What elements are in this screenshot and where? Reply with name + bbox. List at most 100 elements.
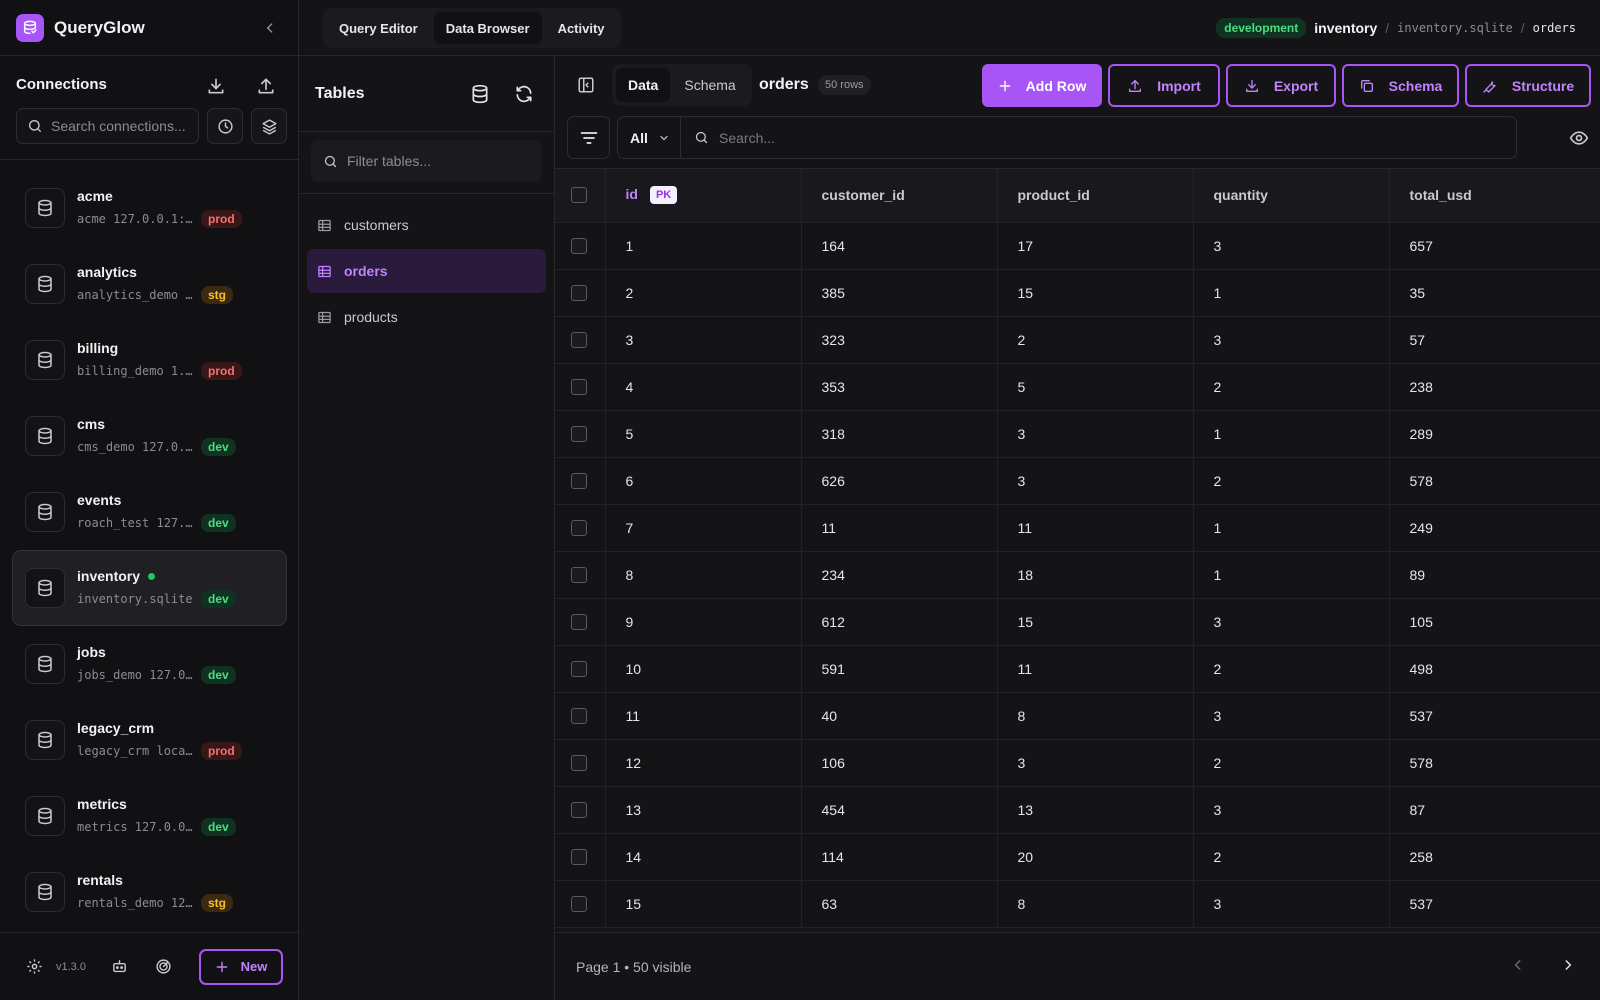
row-checkbox[interactable] [571, 801, 587, 818]
cell-quantity[interactable]: 2 [1193, 833, 1390, 881]
table-row[interactable]: 2 385 15 1 35 [555, 269, 1600, 317]
cell-product_id[interactable]: 20 [997, 833, 1194, 881]
history-button[interactable] [207, 108, 243, 144]
cell-product_id[interactable]: 11 [997, 645, 1194, 693]
row-search-box[interactable] [680, 116, 1517, 159]
cell-customer_id[interactable]: 353 [801, 363, 998, 411]
column-header-customer_id[interactable]: customer_id [801, 169, 998, 223]
cell-total_usd[interactable]: 249 [1389, 504, 1600, 552]
cell-product_id[interactable]: 17 [997, 222, 1194, 270]
cell-quantity[interactable]: 3 [1193, 880, 1390, 928]
cell-id[interactable]: 6 [605, 457, 802, 505]
cell-customer_id[interactable]: 454 [801, 786, 998, 834]
cell-product_id[interactable]: 3 [997, 457, 1194, 505]
cell-quantity[interactable]: 3 [1193, 598, 1390, 646]
row-checkbox[interactable] [571, 660, 587, 677]
connection-item-rentals[interactable]: rentals rentals_demo 127... stg [12, 854, 287, 930]
table-row[interactable]: 14 114 20 2 258 [555, 833, 1600, 881]
connection-item-legacy_crm[interactable]: legacy_crm legacy_crm local... prod [12, 702, 287, 778]
cell-product_id[interactable]: 18 [997, 551, 1194, 599]
row-checkbox[interactable] [571, 566, 587, 583]
cell-quantity[interactable]: 3 [1193, 786, 1390, 834]
schema-button[interactable]: Schema [1342, 64, 1459, 107]
cell-quantity[interactable]: 1 [1193, 551, 1390, 599]
column-header-id[interactable]: id PK [605, 169, 802, 223]
cell-total_usd[interactable]: 87 [1389, 786, 1600, 834]
connection-item-jobs[interactable]: jobs jobs_demo 127.0.0... dev [12, 626, 287, 702]
table-row[interactable]: 3 323 2 3 57 [555, 316, 1600, 364]
cell-product_id[interactable]: 15 [997, 269, 1194, 317]
cell-quantity[interactable]: 1 [1193, 504, 1390, 552]
cell-total_usd[interactable]: 35 [1389, 269, 1600, 317]
layers-button[interactable] [251, 108, 287, 144]
cell-customer_id[interactable]: 385 [801, 269, 998, 317]
row-checkbox[interactable] [571, 895, 587, 912]
cell-total_usd[interactable]: 89 [1389, 551, 1600, 599]
cell-customer_id[interactable]: 40 [801, 692, 998, 740]
cell-id[interactable]: 12 [605, 739, 802, 787]
radar-icon[interactable] [152, 955, 176, 979]
cell-id[interactable]: 8 [605, 551, 802, 599]
cell-customer_id[interactable]: 591 [801, 645, 998, 693]
select-all-checkbox[interactable] [571, 187, 587, 204]
cell-customer_id[interactable]: 164 [801, 222, 998, 270]
cell-total_usd[interactable]: 238 [1389, 363, 1600, 411]
upload-icon[interactable] [254, 74, 278, 98]
cell-total_usd[interactable]: 578 [1389, 739, 1600, 787]
cell-quantity[interactable]: 2 [1193, 457, 1390, 505]
database-icon[interactable] [466, 80, 494, 108]
cell-quantity[interactable]: 1 [1193, 269, 1390, 317]
tables-filter-input[interactable] [347, 153, 527, 169]
breadcrumb-table[interactable]: orders [1533, 21, 1576, 35]
cell-product_id[interactable]: 15 [997, 598, 1194, 646]
table-row[interactable]: 1 164 17 3 657 [555, 222, 1600, 270]
cell-customer_id[interactable]: 626 [801, 457, 998, 505]
table-row[interactable]: 9 612 15 3 105 [555, 598, 1600, 646]
gear-icon[interactable] [22, 955, 46, 979]
cell-id[interactable]: 9 [605, 598, 802, 646]
cell-total_usd[interactable]: 578 [1389, 457, 1600, 505]
bot-icon[interactable] [108, 955, 132, 979]
chevron-right-icon[interactable] [1556, 953, 1580, 977]
cell-id[interactable]: 3 [605, 316, 802, 364]
table-row[interactable]: 8 234 18 1 89 [555, 551, 1600, 599]
table-item-customers[interactable]: customers [307, 203, 546, 247]
cell-product_id[interactable]: 13 [997, 786, 1194, 834]
row-checkbox[interactable] [571, 519, 587, 536]
cell-total_usd[interactable]: 105 [1389, 598, 1600, 646]
table-item-orders[interactable]: orders [307, 249, 546, 293]
row-checkbox[interactable] [571, 472, 587, 489]
row-checkbox[interactable] [571, 331, 587, 348]
cell-total_usd[interactable]: 537 [1389, 880, 1600, 928]
cell-id[interactable]: 2 [605, 269, 802, 317]
cell-customer_id[interactable]: 323 [801, 316, 998, 364]
column-header-total_usd[interactable]: total_usd [1389, 169, 1600, 223]
connection-item-cms[interactable]: cms cms_demo 127.0.0.1... dev [12, 398, 287, 474]
table-row[interactable]: 7 11 11 1 249 [555, 504, 1600, 552]
table-row[interactable]: 15 63 8 3 537 [555, 880, 1600, 928]
breadcrumb-database[interactable]: inventory [1314, 20, 1377, 36]
connection-item-analytics[interactable]: analytics analytics_demo 1... stg [12, 246, 287, 322]
view-tab-data[interactable]: Data [616, 68, 671, 102]
cell-customer_id[interactable]: 114 [801, 833, 998, 881]
row-search-input[interactable] [719, 129, 1499, 146]
refresh-icon[interactable] [510, 80, 538, 108]
row-checkbox[interactable] [571, 378, 587, 395]
row-checkbox[interactable] [571, 754, 587, 771]
tables-filter-box[interactable] [311, 140, 542, 182]
filter-button[interactable] [567, 116, 610, 159]
chevron-left-icon[interactable] [258, 16, 282, 40]
cell-id[interactable]: 7 [605, 504, 802, 552]
cell-quantity[interactable]: 3 [1193, 222, 1390, 270]
row-checkbox[interactable] [571, 848, 587, 865]
cell-product_id[interactable]: 8 [997, 880, 1194, 928]
breadcrumb-file[interactable]: inventory.sqlite [1397, 21, 1513, 35]
tab-query-editor[interactable]: Query Editor [327, 12, 430, 44]
row-checkbox[interactable] [571, 237, 587, 254]
cell-product_id[interactable]: 3 [997, 410, 1194, 458]
cell-product_id[interactable]: 8 [997, 692, 1194, 740]
row-checkbox[interactable] [571, 613, 587, 630]
cell-customer_id[interactable]: 612 [801, 598, 998, 646]
table-item-products[interactable]: products [307, 295, 546, 339]
cell-id[interactable]: 13 [605, 786, 802, 834]
